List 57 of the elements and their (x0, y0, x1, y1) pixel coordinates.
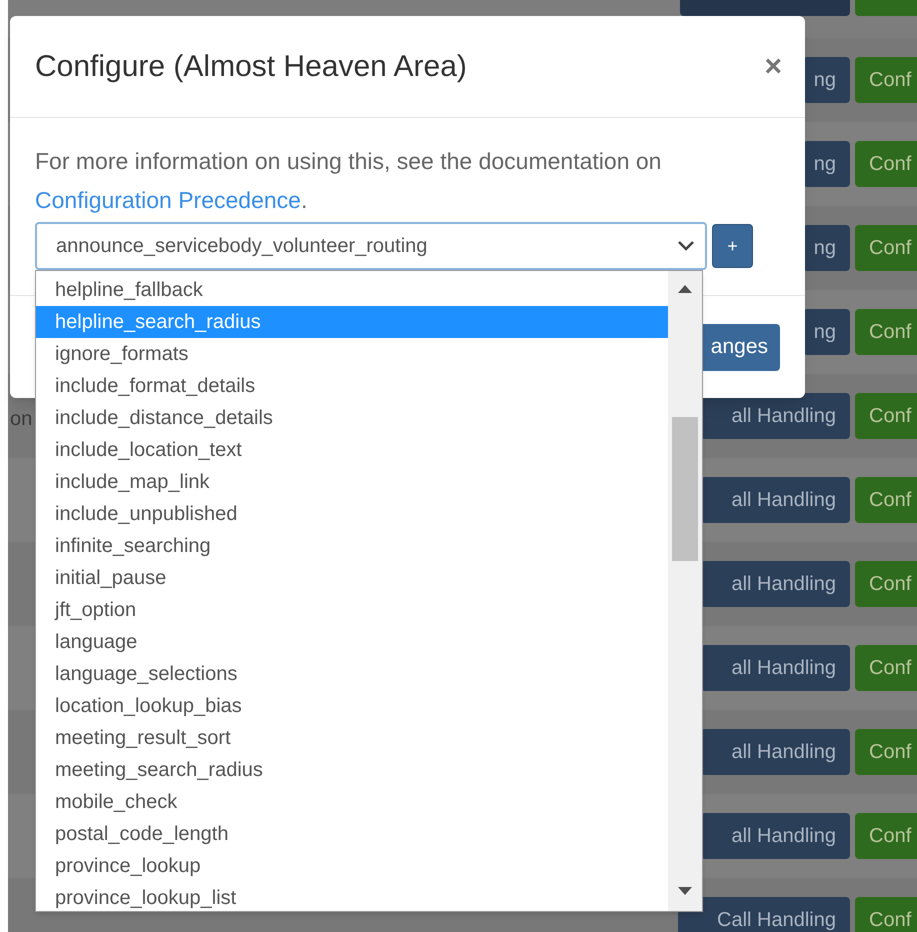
call-handling-button[interactable]: ng (803, 141, 850, 187)
scroll-up-icon[interactable] (678, 285, 692, 293)
configure-button[interactable]: Conf (855, 225, 917, 271)
call-handling-button[interactable]: Call Handling (678, 897, 850, 932)
configure-button[interactable]: Conf (855, 729, 917, 775)
call-handling-button[interactable]: ng (803, 57, 850, 103)
dropdown-option[interactable]: location_lookup_bias (36, 690, 668, 722)
dropdown-option[interactable]: include_location_text (36, 434, 668, 466)
dropdown-option[interactable]: include_unpublished (36, 498, 668, 530)
dropdown-option[interactable]: mobile_check (36, 786, 668, 818)
scrollbar-thumb[interactable] (672, 417, 698, 561)
call-handling-button[interactable]: all Handling (701, 477, 850, 523)
background-button[interactable] (855, 0, 917, 16)
dropdown-option[interactable]: province_lookup_list (36, 882, 668, 914)
dropdown-option[interactable]: postal_code_length (36, 818, 668, 850)
add-button[interactable]: + (712, 224, 753, 268)
chevron-down-icon (677, 240, 695, 252)
call-handling-button[interactable]: all Handling (701, 813, 850, 859)
call-handling-button[interactable]: all Handling (701, 729, 850, 775)
dropdown-option[interactable]: include_distance_details (36, 402, 668, 434)
dropdown-option[interactable]: language (36, 626, 668, 658)
precedence-link[interactable]: Configuration Precedence (35, 187, 301, 213)
dropdown-option[interactable]: initial_pause (36, 562, 668, 594)
configure-button[interactable]: Conf (855, 645, 917, 691)
call-handling-button[interactable]: all Handling (701, 561, 850, 607)
dropdown-option[interactable]: ignore_formats (36, 338, 668, 370)
scroll-down-icon[interactable] (678, 887, 692, 895)
configure-button[interactable]: Conf (855, 393, 917, 439)
dropdown-option[interactable]: jft_option (36, 594, 668, 626)
period-text: . (300, 187, 308, 213)
configure-button[interactable]: Conf (855, 477, 917, 523)
settings-select[interactable]: announce_servicebody_volunteer_routing (35, 222, 707, 270)
call-handling-button[interactable]: ng (803, 309, 850, 355)
configure-button[interactable]: Conf (855, 309, 917, 355)
dropdown-option[interactable]: meeting_search_radius (36, 754, 668, 786)
dropdown-option[interactable]: province_lookup (36, 850, 668, 882)
dropdown-option[interactable]: language_selections (36, 658, 668, 690)
dropdown-option[interactable]: helpline_search_radius (36, 306, 668, 338)
call-handling-button[interactable]: ng (803, 225, 850, 271)
dropdown-option[interactable]: include_map_link (36, 466, 668, 498)
dropdown-option[interactable]: infinite_searching (36, 530, 668, 562)
dropdown-option[interactable]: include_format_details (36, 370, 668, 402)
configure-button[interactable]: Conf (855, 897, 917, 932)
background-text: on (10, 407, 32, 432)
configure-button[interactable]: Conf (855, 57, 917, 103)
modal-title: Configure (Almost Heaven Area) (35, 49, 467, 85)
configure-button[interactable]: Conf (855, 141, 917, 187)
background-button[interactable] (680, 0, 850, 16)
configure-button[interactable]: Conf (855, 561, 917, 607)
dropdown-option[interactable]: helpline_fallback (36, 274, 668, 306)
close-button[interactable]: × (764, 52, 782, 82)
call-handling-button[interactable]: all Handling (701, 393, 850, 439)
info-sentence: For more information on using this, see the documentation on (35, 148, 662, 174)
scrollbar[interactable] (668, 271, 702, 911)
configure-button[interactable]: Conf (855, 813, 917, 859)
call-handling-button[interactable]: all Handling (701, 645, 850, 691)
dropdown-option[interactable]: meeting_result_sort (36, 722, 668, 754)
